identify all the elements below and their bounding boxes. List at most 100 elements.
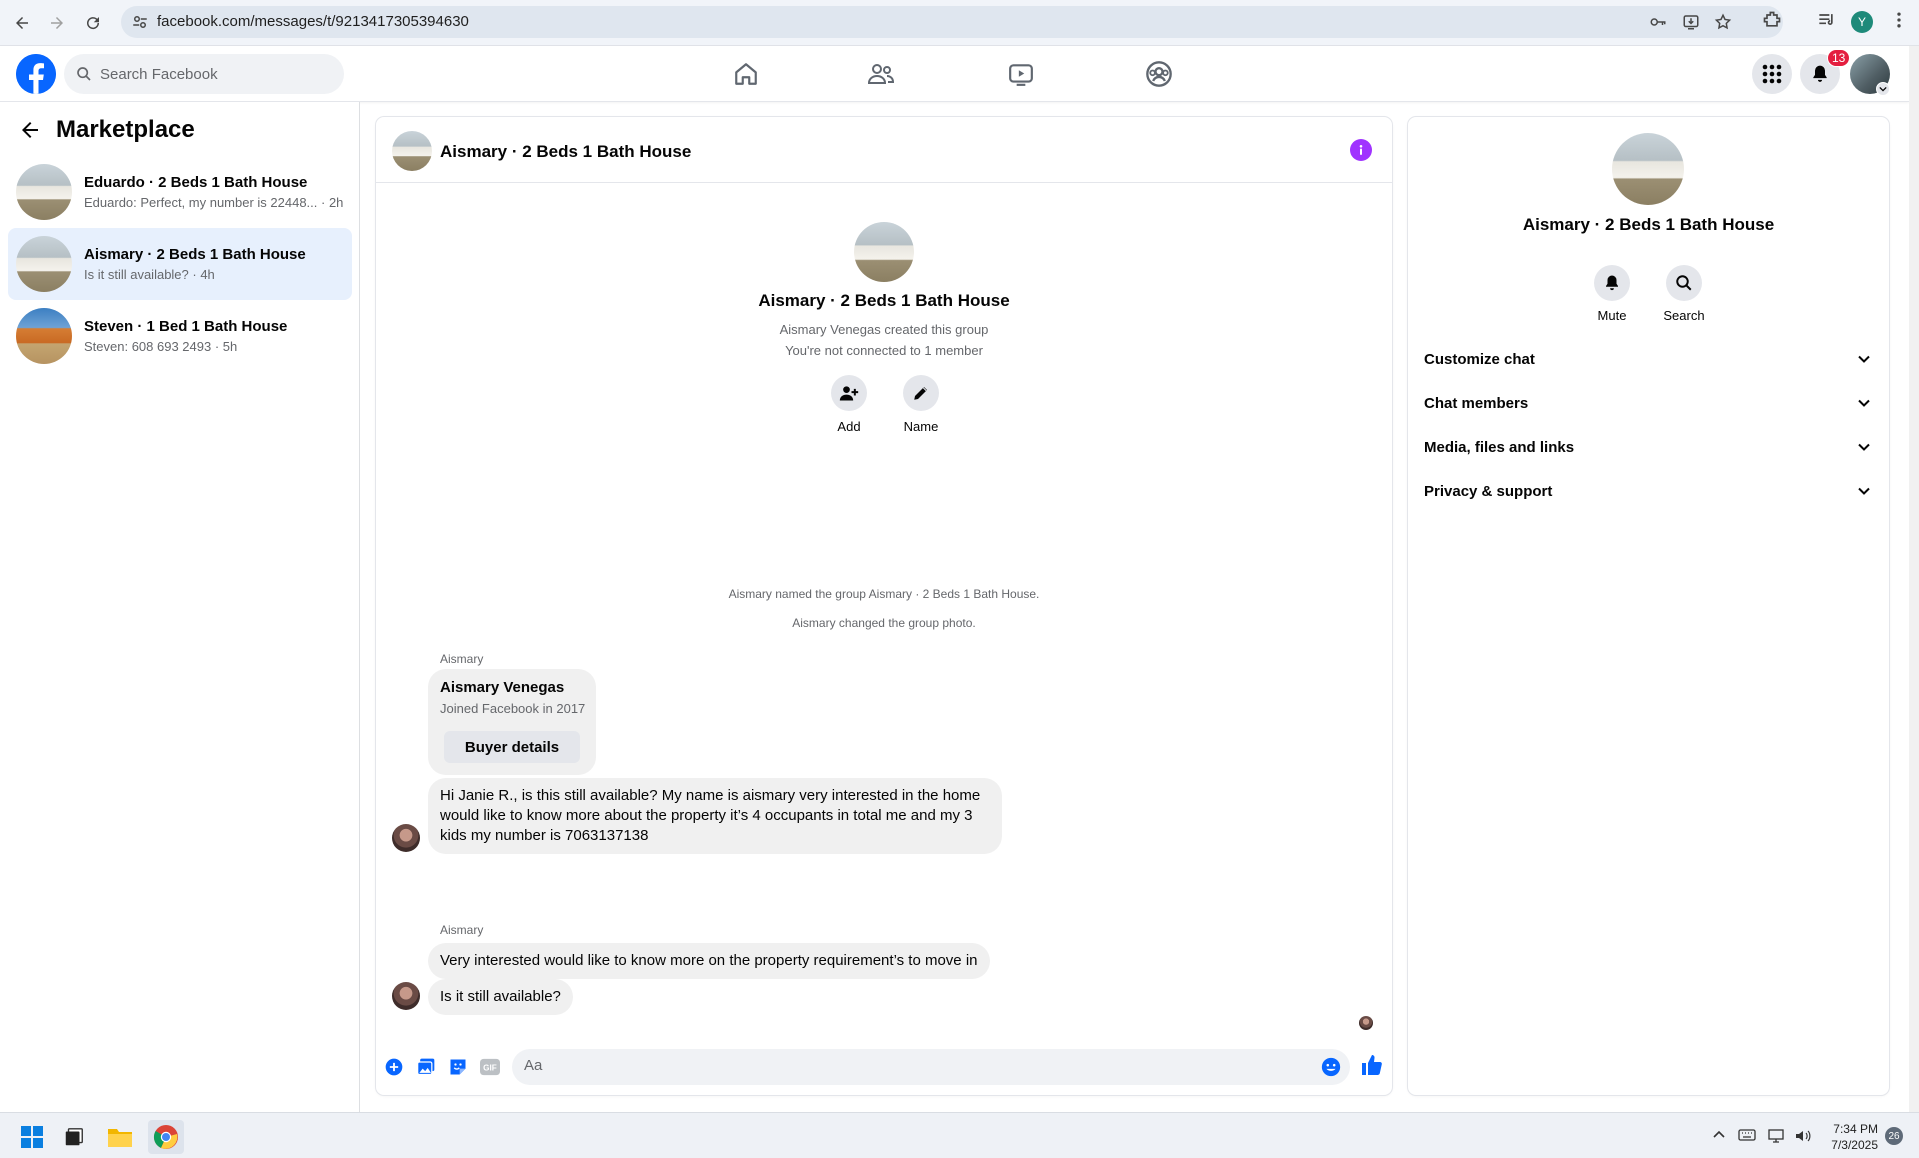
clock-time: 7:34 PM (1833, 1122, 1878, 1136)
site-settings-icon[interactable] (131, 13, 149, 31)
add-label: Add (837, 419, 861, 434)
friends-icon (867, 61, 895, 87)
nav-friends-tab[interactable] (825, 54, 937, 94)
browser-profile-avatar[interactable]: Y (1851, 11, 1873, 33)
clock[interactable]: 7:34 PM 7/3/2025 (1822, 1121, 1878, 1153)
password-key-icon[interactable] (1648, 13, 1668, 31)
message-bubble[interactable]: Hi Janie R., is this still available? My… (428, 778, 1002, 854)
search-in-chat-button[interactable]: Search (1648, 265, 1720, 323)
facebook-logo-icon[interactable] (16, 54, 56, 94)
system-message: Aismary named the group Aismary · 2 Beds… (728, 587, 1040, 601)
url-text[interactable]: facebook.com/messages/t/9213417305394630 (157, 13, 469, 30)
search-icon (1666, 265, 1702, 301)
forward-icon[interactable] (44, 10, 70, 36)
conversation-title: Eduardo · 2 Beds 1 Bath House (84, 174, 308, 191)
chevron-down-icon (1857, 484, 1871, 498)
section-label: Customize chat (1424, 350, 1535, 368)
plus-circle-icon[interactable] (382, 1055, 406, 1079)
add-person-icon (831, 375, 867, 411)
buyer-details-button[interactable]: Buyer details (444, 731, 580, 763)
message-bubble[interactable]: Is it still available? (428, 979, 573, 1015)
group-photo-large (1612, 133, 1684, 205)
buyer-name: Aismary Venegas (440, 679, 565, 696)
sticker-icon[interactable] (446, 1055, 470, 1079)
extensions-icon[interactable] (1762, 10, 1782, 30)
back-arrow-icon[interactable] (18, 118, 42, 142)
page-scrollbar[interactable] (1909, 46, 1919, 1112)
svg-text:GIF: GIF (483, 1064, 497, 1073)
conversation-item-aismary[interactable]: Aismary · 2 Beds 1 Bath House Is it stil… (8, 228, 352, 300)
conversation-title: Aismary · 2 Beds 1 Bath House (84, 246, 306, 263)
mute-button[interactable]: Mute (1576, 265, 1648, 323)
section-customize-chat[interactable]: Customize chat (1416, 337, 1881, 381)
group-avatar[interactable] (392, 131, 432, 171)
listing-thumbnail (16, 164, 72, 220)
photo-icon[interactable] (414, 1055, 438, 1079)
search-input[interactable] (100, 65, 320, 83)
conversation-preview: Steven: 608 693 2493 · 5h (84, 339, 238, 354)
browser-menu-icon[interactable] (1889, 10, 1909, 30)
section-media-files-links[interactable]: Media, files and links (1416, 425, 1881, 469)
section-privacy-support[interactable]: Privacy & support (1416, 469, 1881, 513)
sender-name: Aismary (440, 652, 484, 666)
system-message: Aismary changed the group photo. (792, 616, 976, 630)
listing-thumbnail (16, 308, 72, 364)
nav-groups-tab[interactable] (1103, 54, 1215, 94)
keyboard-icon[interactable] (1738, 1128, 1756, 1142)
reload-icon[interactable] (80, 10, 106, 36)
message-input[interactable] (524, 1057, 1284, 1074)
section-chat-members[interactable]: Chat members (1416, 381, 1881, 425)
bell-icon (1594, 265, 1630, 301)
message-bubble[interactable]: Very interested would like to know more … (428, 943, 990, 979)
gif-icon[interactable]: GIF (478, 1055, 502, 1079)
media-control-icon[interactable] (1816, 10, 1836, 30)
address-bar[interactable]: facebook.com/messages/t/9213417305394630 (121, 6, 1783, 38)
conversation-title: Steven · 1 Bed 1 Bath House (84, 318, 288, 335)
chevron-up-icon[interactable] (1712, 1128, 1726, 1142)
bell-icon (1810, 64, 1830, 84)
install-app-icon[interactable] (1681, 13, 1701, 31)
os-taskbar: 7:34 PM 7/3/2025 26 (0, 1112, 1919, 1158)
emoji-icon[interactable] (1320, 1056, 1342, 1078)
windows-start-icon[interactable] (14, 1120, 50, 1154)
notification-center-badge[interactable]: 26 (1885, 1127, 1903, 1145)
home-icon (733, 61, 759, 87)
groups-icon (1145, 60, 1173, 88)
conversation-sidebar: Marketplace Eduardo · 2 Beds 1 Bath Hous… (0, 102, 360, 1112)
menu-button[interactable] (1752, 54, 1792, 94)
volume-icon[interactable] (1794, 1128, 1812, 1144)
browser-toolbar: facebook.com/messages/t/9213417305394630… (0, 0, 1919, 46)
group-created-text: Aismary Venegas created this group (779, 322, 989, 337)
read-receipt-avatar (1359, 1016, 1373, 1030)
task-view-icon[interactable] (56, 1120, 92, 1154)
conversation-preview: Eduardo: Perfect, my number is 22448... … (84, 195, 344, 210)
chrome-taskbar-icon[interactable] (148, 1120, 184, 1154)
search-label: Search (1663, 308, 1705, 323)
info-icon[interactable] (1350, 139, 1372, 161)
conversation-item-eduardo[interactable]: Eduardo · 2 Beds 1 Bath House Eduardo: P… (8, 156, 352, 228)
message-input-box[interactable] (512, 1049, 1350, 1085)
section-label: Chat members (1424, 394, 1529, 412)
mute-label: Mute (1597, 308, 1627, 323)
file-explorer-icon[interactable] (102, 1120, 138, 1154)
sidebar-title: Marketplace (56, 116, 195, 143)
chevron-down-icon[interactable] (1876, 82, 1890, 96)
search-icon (76, 66, 92, 82)
name-group-button[interactable]: Name (881, 375, 961, 434)
conversation-preview: Is it still available? · 4h (84, 267, 215, 282)
sender-avatar[interactable] (392, 824, 420, 852)
thumbs-up-icon[interactable] (1360, 1053, 1384, 1077)
chat-title[interactable]: Aismary · 2 Beds 1 Bath House (440, 142, 691, 162)
chat-info-panel: Aismary · 2 Beds 1 Bath House Mute Searc… (1408, 117, 1889, 1095)
facebook-search[interactable] (64, 54, 344, 94)
network-icon[interactable] (1768, 1128, 1786, 1144)
nav-video-tab[interactable] (965, 54, 1077, 94)
conversation-item-steven[interactable]: Steven · 1 Bed 1 Bath House Steven: 608 … (8, 300, 352, 372)
add-member-button[interactable]: Add (809, 375, 889, 434)
section-label: Privacy & support (1424, 482, 1553, 500)
bookmark-star-icon[interactable] (1714, 13, 1732, 31)
nav-home-tab[interactable] (690, 54, 802, 94)
back-icon[interactable] (9, 10, 35, 36)
group-photo (854, 222, 914, 282)
sender-avatar[interactable] (392, 982, 420, 1010)
